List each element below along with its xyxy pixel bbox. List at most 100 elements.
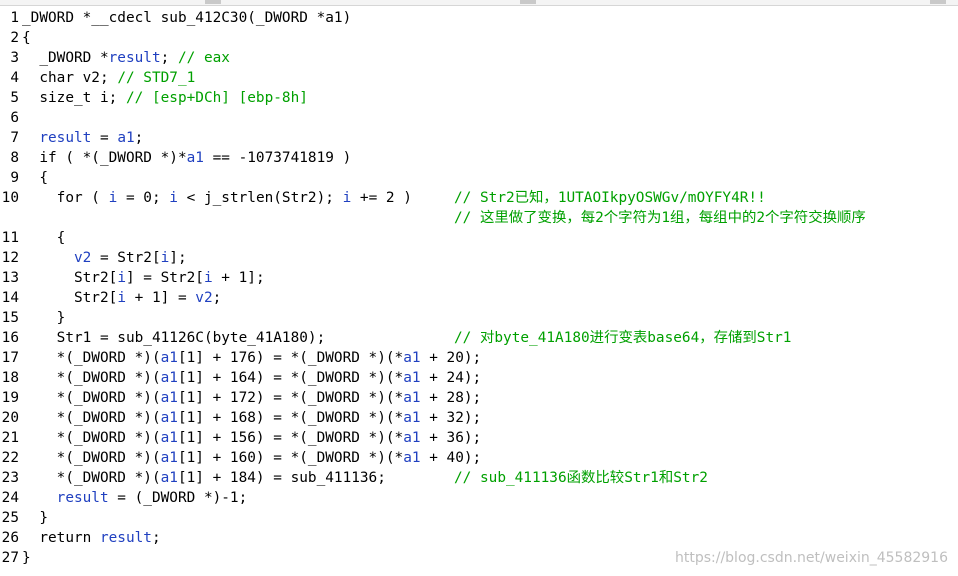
code-line[interactable]: 16 Str1 = sub_41126C(byte_41A180); // 对by… bbox=[0, 328, 958, 348]
code-line[interactable]: 18 *(_DWORD *)(a1[1] + 164) = *(_DWORD *… bbox=[0, 368, 958, 388]
code-text[interactable]: } bbox=[22, 508, 48, 528]
code-token[interactable]: *(_DWORD *)( bbox=[22, 390, 161, 406]
inline-comment[interactable]: // Str2已知，1UTAOIkpyOSWGv/mOYFY4R!! bbox=[454, 188, 766, 208]
code-line[interactable]: 11 { bbox=[0, 228, 958, 248]
code-line[interactable]: 15 } bbox=[0, 308, 958, 328]
code-token[interactable]: + 40); bbox=[421, 450, 481, 466]
code-token[interactable]: *(_DWORD *)( bbox=[22, 370, 161, 386]
code-token[interactable]: [1] + 184) = sub_411136; bbox=[178, 470, 386, 486]
code-token[interactable]: ; bbox=[152, 530, 161, 546]
pseudocode-view[interactable]: 1 _DWORD *__cdecl sub_412C30(_DWORD *a1) 2… bbox=[0, 8, 958, 568]
identifier-token[interactable]: i bbox=[169, 190, 178, 206]
code-text[interactable]: *(_DWORD *)(a1[1] + 172) = *(_DWORD *)(*… bbox=[22, 388, 482, 408]
identifier-token[interactable]: v2 bbox=[195, 290, 212, 306]
code-token[interactable]: *(_DWORD *)( bbox=[22, 350, 161, 366]
code-line[interactable]: 4 char v2; // STD7_1 bbox=[0, 68, 958, 88]
code-token[interactable]: = bbox=[91, 130, 117, 146]
code-token[interactable]: [1] + 156) = *(_DWORD *)(* bbox=[178, 430, 403, 446]
inline-comment[interactable]: // 这里做了变换，每2个字符为1组，每组中的2个字符交换顺序 bbox=[454, 208, 866, 228]
code-token[interactable]: ; bbox=[135, 130, 144, 146]
code-token[interactable]: _DWORD *__cdecl sub_412C30(_DWORD *a1) bbox=[22, 10, 351, 26]
code-line[interactable]: 7 result = a1; bbox=[0, 128, 958, 148]
identifier-token[interactable]: result bbox=[100, 530, 152, 546]
identifier-token[interactable]: a1 bbox=[403, 430, 420, 446]
identifier-token[interactable]: a1 bbox=[403, 450, 420, 466]
code-token[interactable]: } bbox=[22, 550, 31, 566]
code-text[interactable]: *(_DWORD *)(a1[1] + 184) = sub_411136; bbox=[22, 468, 386, 488]
code-text[interactable]: { bbox=[22, 168, 48, 188]
code-line[interactable]: 25 } bbox=[0, 508, 958, 528]
code-token[interactable]: Str2[ bbox=[22, 270, 117, 286]
code-token[interactable]: return bbox=[22, 530, 100, 546]
code-token[interactable]: + 20); bbox=[421, 350, 481, 366]
identifier-token[interactable]: a1 bbox=[161, 470, 178, 486]
code-text[interactable]: Str1 = sub_41126C(byte_41A180); bbox=[22, 328, 326, 348]
tab-grip[interactable] bbox=[520, 0, 536, 4]
code-token[interactable]: *(_DWORD *)( bbox=[22, 450, 161, 466]
code-text[interactable]: } bbox=[22, 308, 66, 328]
identifier-token[interactable]: i bbox=[109, 190, 118, 206]
code-line[interactable]: 24 result = (_DWORD *)-1; bbox=[0, 488, 958, 508]
code-token[interactable]: + 32); bbox=[421, 410, 481, 426]
identifier-token[interactable]: a1 bbox=[187, 150, 204, 166]
code-text[interactable]: result = (_DWORD *)-1; bbox=[22, 488, 248, 508]
code-text[interactable]: return result; bbox=[22, 528, 161, 548]
identifier-token[interactable]: a1 bbox=[403, 410, 420, 426]
code-token[interactable]: ] = Str2[ bbox=[126, 270, 204, 286]
code-line[interactable]: 2{ bbox=[0, 28, 958, 48]
comment-token[interactable]: // STD7_1 bbox=[117, 70, 195, 86]
tab-grip[interactable] bbox=[930, 0, 946, 4]
code-line[interactable]: 23 *(_DWORD *)(a1[1] + 184) = sub_411136… bbox=[0, 468, 958, 488]
inline-comment[interactable]: // sub_411136函数比较Str1和Str2 bbox=[454, 468, 708, 488]
code-token[interactable] bbox=[22, 250, 74, 266]
identifier-token[interactable]: a1 bbox=[161, 350, 178, 366]
code-token[interactable]: [1] + 168) = *(_DWORD *)(* bbox=[178, 410, 403, 426]
identifier-token[interactable]: a1 bbox=[161, 390, 178, 406]
code-line[interactable]: 19 *(_DWORD *)(a1[1] + 172) = *(_DWORD *… bbox=[0, 388, 958, 408]
code-text[interactable]: } bbox=[22, 548, 31, 568]
identifier-token[interactable]: i bbox=[117, 270, 126, 286]
code-line[interactable]: 12 v2 = Str2[i]; bbox=[0, 248, 958, 268]
identifier-token[interactable]: a1 bbox=[161, 430, 178, 446]
code-token[interactable]: [1] + 160) = *(_DWORD *)(* bbox=[178, 450, 403, 466]
identifier-token[interactable]: a1 bbox=[161, 370, 178, 386]
identifier-token[interactable]: i bbox=[117, 290, 126, 306]
code-text[interactable]: size_t i; // [esp+DCh] [ebp-8h] bbox=[22, 88, 308, 108]
code-line[interactable]: 5 size_t i; // [esp+DCh] [ebp-8h] bbox=[0, 88, 958, 108]
identifier-token[interactable]: a1 bbox=[161, 450, 178, 466]
code-token[interactable]: ]; bbox=[169, 250, 186, 266]
code-text[interactable]: for ( i = 0; i < j_strlen(Str2); i += 2 … bbox=[22, 188, 412, 208]
code-line[interactable]: // 这里做了变换，每2个字符为1组，每组中的2个字符交换顺序 bbox=[0, 208, 958, 228]
code-line[interactable]: 17 *(_DWORD *)(a1[1] + 176) = *(_DWORD *… bbox=[0, 348, 958, 368]
identifier-token[interactable]: a1 bbox=[161, 410, 178, 426]
code-token[interactable]: for ( bbox=[22, 190, 109, 206]
identifier-token[interactable]: i bbox=[204, 270, 213, 286]
code-token[interactable]: = (_DWORD *)-1; bbox=[109, 490, 247, 506]
comment-token[interactable]: // eax bbox=[178, 50, 230, 66]
identifier-token[interactable]: v2 bbox=[74, 250, 91, 266]
code-line[interactable]: 22 *(_DWORD *)(a1[1] + 160) = *(_DWORD *… bbox=[0, 448, 958, 468]
code-text[interactable]: *(_DWORD *)(a1[1] + 168) = *(_DWORD *)(*… bbox=[22, 408, 482, 428]
code-text[interactable]: { bbox=[22, 228, 66, 248]
code-text[interactable]: if ( *(_DWORD *)*a1 == -1073741819 ) bbox=[22, 148, 351, 168]
code-token[interactable]: } bbox=[22, 510, 48, 526]
code-line[interactable]: 26 return result; bbox=[0, 528, 958, 548]
code-token[interactable]: } bbox=[22, 310, 66, 326]
code-text[interactable]: *(_DWORD *)(a1[1] + 164) = *(_DWORD *)(*… bbox=[22, 368, 482, 388]
code-token[interactable]: + 1] = bbox=[126, 290, 195, 306]
inline-comment[interactable]: // 对byte_41A180进行变表base64，存储到Str1 bbox=[454, 328, 791, 348]
code-token[interactable]: ; bbox=[213, 290, 222, 306]
code-line[interactable]: 8 if ( *(_DWORD *)*a1 == -1073741819 ) bbox=[0, 148, 958, 168]
code-line[interactable]: 6 bbox=[0, 108, 958, 128]
code-line[interactable]: 14 Str2[i + 1] = v2; bbox=[0, 288, 958, 308]
comment-token[interactable]: // [esp+DCh] [ebp-8h] bbox=[126, 90, 308, 106]
code-text[interactable]: Str2[i] = Str2[i + 1]; bbox=[22, 268, 265, 288]
identifier-token[interactable]: result bbox=[57, 490, 109, 506]
code-token[interactable]: *(_DWORD *)( bbox=[22, 430, 161, 446]
code-line[interactable]: 9 { bbox=[0, 168, 958, 188]
code-text[interactable]: result = a1; bbox=[22, 128, 143, 148]
code-token[interactable]: += 2 ) bbox=[351, 190, 412, 206]
code-token[interactable]: Str2[ bbox=[22, 290, 117, 306]
code-text[interactable]: _DWORD *result; // eax bbox=[22, 48, 230, 68]
identifier-token[interactable]: a1 bbox=[403, 390, 420, 406]
